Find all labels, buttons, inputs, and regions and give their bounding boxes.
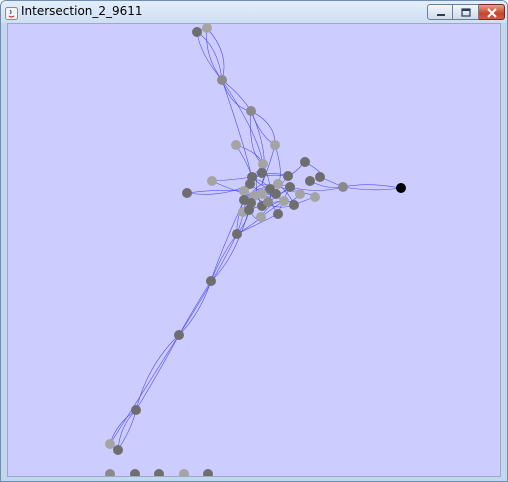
graph-edge	[210, 233, 238, 282]
close-button[interactable]	[479, 4, 505, 20]
window-title: Intersection_2_9611	[21, 4, 143, 18]
graph-node[interactable]	[206, 276, 216, 286]
java-app-icon[interactable]	[5, 5, 18, 20]
graph-node[interactable]	[244, 205, 254, 215]
graph-edge	[109, 334, 180, 445]
graph-node[interactable]	[257, 168, 267, 178]
minimize-icon	[437, 14, 445, 16]
graph-node[interactable]	[246, 106, 256, 116]
graph-node[interactable]	[285, 182, 295, 192]
graph-nodes[interactable]	[105, 24, 406, 477]
graph-node[interactable]	[273, 209, 283, 219]
graph-node[interactable]	[202, 24, 212, 33]
graph-edge	[235, 144, 253, 178]
graph-node[interactable]	[192, 27, 202, 37]
graph-node[interactable]	[279, 196, 289, 206]
graph-edge	[221, 79, 252, 112]
graph-node-isolated[interactable]	[203, 469, 213, 477]
graph-canvas[interactable]	[7, 23, 501, 477]
graph-node[interactable]	[271, 189, 281, 199]
graph-node[interactable]	[258, 159, 268, 169]
graph-node[interactable]	[300, 157, 310, 167]
graph-edge	[221, 79, 264, 165]
graph-edge	[342, 186, 402, 191]
app-window: Intersection_2_9611	[0, 0, 508, 482]
graph-node-isolated[interactable]	[179, 469, 189, 477]
graph-edge	[274, 144, 281, 185]
graph-edge	[109, 409, 137, 445]
graph-node[interactable]	[207, 176, 217, 186]
graph-node-isolated[interactable]	[154, 469, 164, 477]
minimize-button[interactable]	[427, 4, 453, 20]
graph-node[interactable]	[295, 189, 305, 199]
graph-node[interactable]	[131, 405, 141, 415]
graph-edge	[117, 409, 137, 451]
graph-edges	[109, 27, 402, 451]
graph-node[interactable]	[174, 330, 184, 340]
graph-edge	[342, 184, 402, 189]
graph-node[interactable]	[310, 192, 320, 202]
graph-node-selected[interactable]	[396, 183, 406, 193]
graph-edge	[250, 110, 276, 146]
graph-edge	[221, 79, 252, 112]
graph-node[interactable]	[270, 140, 280, 150]
graph-node[interactable]	[257, 189, 267, 199]
graph-edge	[135, 334, 180, 411]
graph-node[interactable]	[239, 186, 249, 196]
graph-node[interactable]	[113, 445, 123, 455]
graph-node[interactable]	[105, 439, 115, 449]
graph-edge	[250, 110, 276, 146]
graph-node[interactable]	[182, 188, 192, 198]
title-bar[interactable]: Intersection_2_9611	[1, 1, 507, 23]
graph-edge	[221, 79, 252, 175]
graph-node[interactable]	[289, 200, 299, 210]
graph-edge	[210, 209, 250, 282]
graph-node[interactable]	[231, 140, 241, 150]
graph-edge	[211, 176, 253, 182]
graph-node-isolated[interactable]	[130, 469, 140, 477]
graph-svg[interactable]	[8, 24, 501, 477]
maximize-icon	[461, 8, 471, 17]
graph-node[interactable]	[232, 229, 242, 239]
graph-edge	[117, 409, 137, 451]
graph-node[interactable]	[315, 172, 325, 182]
graph-node[interactable]	[338, 182, 348, 192]
graph-edge	[251, 174, 289, 178]
graph-node-isolated[interactable]	[105, 469, 115, 477]
close-icon	[487, 8, 497, 18]
graph-edge	[206, 27, 223, 81]
graph-node[interactable]	[256, 212, 266, 222]
graph-node[interactable]	[283, 171, 293, 181]
graph-node[interactable]	[305, 176, 315, 186]
graph-node[interactable]	[263, 197, 273, 207]
graph-node[interactable]	[217, 75, 227, 85]
maximize-button[interactable]	[453, 4, 479, 20]
